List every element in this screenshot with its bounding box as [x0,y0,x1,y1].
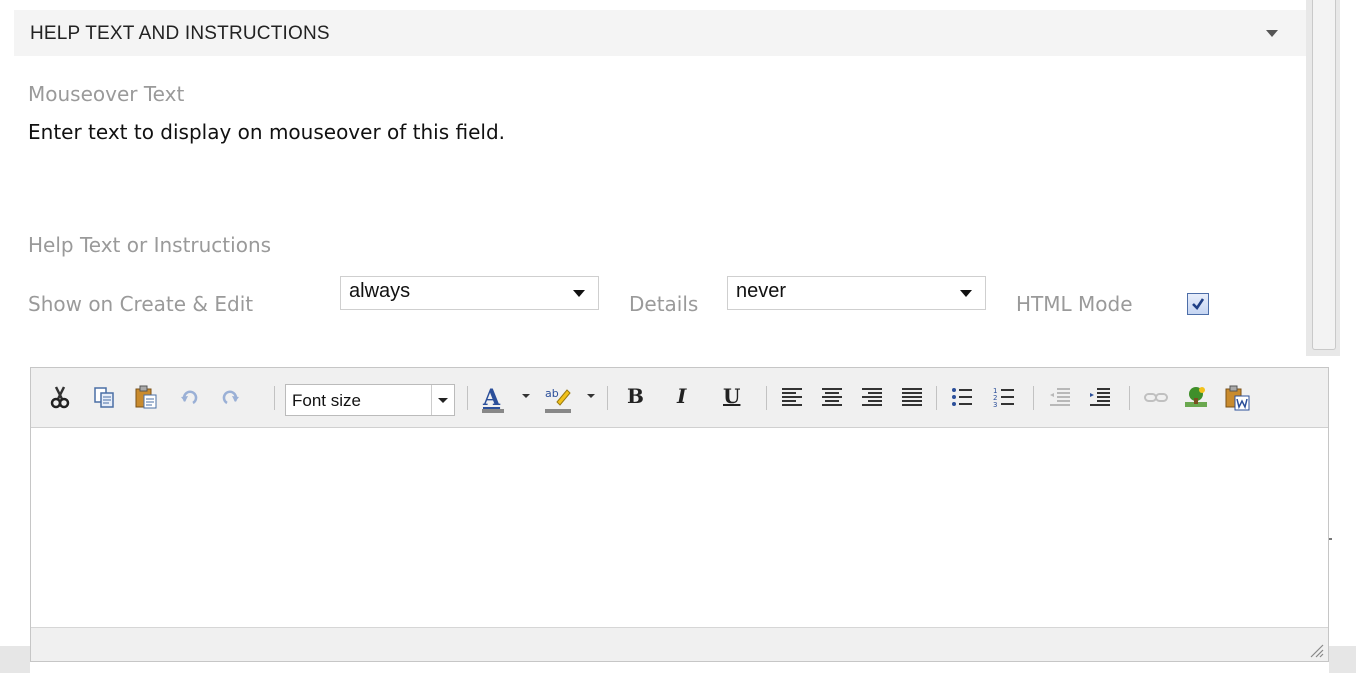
chevron-down-icon [438,398,448,403]
toolbar-separator [467,386,468,410]
font-color-icon[interactable]: A [479,384,505,413]
checkmark-icon [1192,298,1205,311]
font-size-dropdown[interactable] [431,385,454,415]
details-value: never [736,280,787,302]
toolbar-separator [1129,386,1130,410]
resize-grip-icon[interactable] [1306,640,1324,658]
scroll-marker [1329,538,1332,540]
underline-button[interactable]: U [723,384,740,408]
highlight-icon[interactable]: ab [543,384,571,413]
align-center-icon[interactable] [819,384,845,410]
mouseover-label: Mouseover Text [28,82,185,106]
page-gutter-right [1329,646,1356,673]
toolbar-separator [274,386,275,410]
italic-button[interactable]: I [677,384,686,408]
html-mode-label: HTML Mode [1016,292,1133,316]
toolbar-separator [607,386,608,410]
align-left-icon[interactable] [779,384,805,410]
toolbar-separator [766,386,767,410]
chevron-down-icon [573,290,585,297]
html-mode-checkbox[interactable] [1187,293,1209,315]
paste-word-icon[interactable] [1223,384,1250,411]
toolbar-separator [1033,386,1034,410]
details-select[interactable]: never [727,276,986,310]
cut-icon[interactable] [47,384,73,410]
show-on-create-value: always [349,280,411,302]
copy-icon[interactable] [91,384,117,410]
justify-icon[interactable] [899,384,925,410]
paste-icon[interactable] [133,384,159,410]
rich-text-editor[interactable]: Font size A ab B I U 1 2 3 [30,367,1329,662]
svg-text:A: A [482,385,501,411]
highlight-dropdown[interactable] [587,394,595,398]
font-size-label: Font size [292,391,361,410]
font-size-select[interactable]: Font size [285,384,455,416]
link-icon[interactable] [1143,384,1169,410]
outdent-icon[interactable] [1047,384,1073,410]
chevron-down-icon [960,290,972,297]
undo-icon[interactable] [177,384,203,410]
section-header[interactable]: HELP TEXT AND INSTRUCTIONS [14,10,1306,56]
redo-icon[interactable] [217,384,243,410]
numbered-list-icon[interactable]: 123 [991,384,1017,410]
show-on-create-label: Show on Create & Edit [28,292,254,316]
font-color-dropdown[interactable] [522,394,530,398]
collapse-arrow-icon[interactable] [1266,30,1278,37]
section-title: HELP TEXT AND INSTRUCTIONS [30,23,330,44]
editor-content-area[interactable] [31,428,1328,628]
bullet-list-icon[interactable] [949,384,975,410]
align-right-icon[interactable] [859,384,885,410]
indent-icon[interactable] [1087,384,1113,410]
image-icon[interactable] [1183,384,1209,410]
scrollbar-thumb[interactable] [1312,0,1336,350]
editor-statusbar [31,627,1328,661]
svg-text:3: 3 [993,401,997,409]
show-on-create-select[interactable]: always [340,276,599,310]
bold-button[interactable]: B [627,384,644,408]
help-text-label: Help Text or Instructions [28,233,272,257]
svg-text:ab: ab [545,387,559,400]
details-label: Details [629,292,699,316]
mouseover-text-field[interactable]: Enter text to display on mouseover of th… [28,120,505,144]
editor-toolbar: Font size A ab B I U 1 2 3 [31,368,1328,428]
toolbar-separator [936,386,937,410]
page-gutter-left [0,646,30,673]
